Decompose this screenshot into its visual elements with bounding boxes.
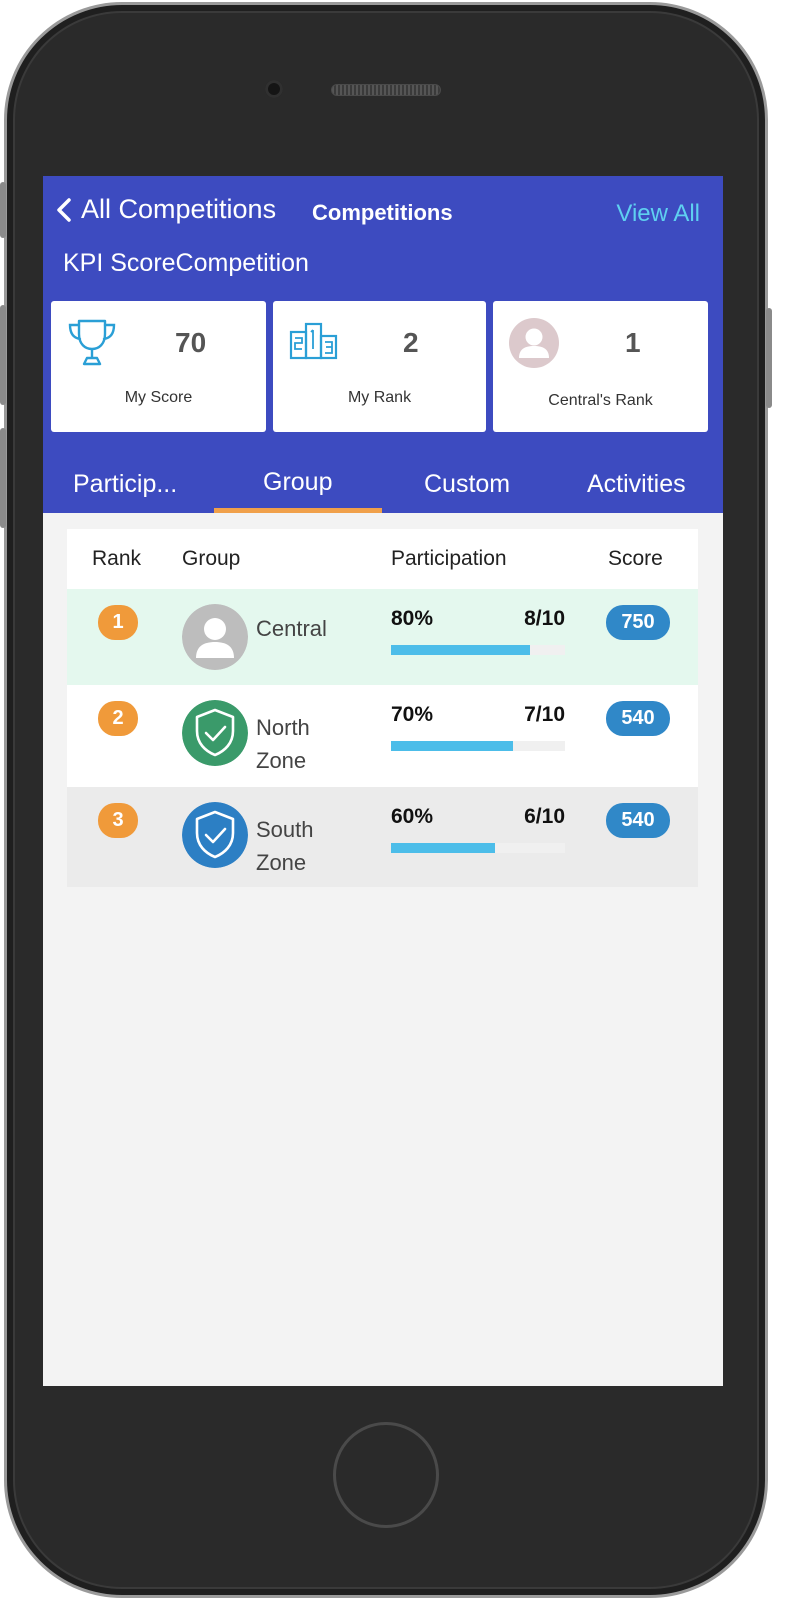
progress-fill bbox=[391, 741, 513, 751]
column-header-participation: Participation bbox=[391, 547, 507, 570]
page-title: Competitions bbox=[312, 200, 453, 225]
tab-activities[interactable]: Activities bbox=[587, 470, 686, 499]
tab-participants[interactable]: Particip... bbox=[73, 470, 177, 499]
table-row[interactable]: 1 Central 80% 8/10 750 bbox=[67, 589, 698, 685]
participation-ratio: 6/10 bbox=[524, 805, 565, 828]
chevron-left-icon bbox=[57, 197, 71, 222]
participation-percent: 60% bbox=[391, 805, 434, 828]
score-badge: 540 bbox=[606, 701, 670, 736]
power-button bbox=[766, 308, 772, 408]
rank-badge: 3 bbox=[98, 803, 138, 838]
participation-ratio: 8/10 bbox=[524, 607, 565, 630]
volume-up-button bbox=[0, 305, 6, 405]
front-camera bbox=[265, 80, 283, 98]
group-ranking-table: Rank Group Participation Score 1 Central… bbox=[67, 529, 698, 887]
column-header-score: Score bbox=[608, 547, 663, 570]
shield-check-icon bbox=[182, 700, 248, 766]
back-button[interactable]: All Competitions bbox=[55, 194, 276, 225]
central-rank-label: Central's Rank bbox=[548, 392, 653, 409]
view-all-link[interactable]: View All bbox=[616, 200, 700, 228]
participation-progress-bar bbox=[391, 645, 565, 655]
my-rank-value: 2 bbox=[403, 327, 419, 358]
participation-percent: 70% bbox=[391, 703, 434, 726]
active-tab-indicator bbox=[214, 508, 382, 513]
my-score-label: My Score bbox=[124, 389, 193, 406]
participation-percent: 80% bbox=[391, 607, 434, 630]
group-name: North Zone bbox=[256, 715, 310, 773]
progress-fill bbox=[391, 645, 531, 655]
my-rank-label: My Rank bbox=[347, 389, 412, 406]
earpiece-speaker bbox=[331, 84, 441, 96]
participation-ratio: 7/10 bbox=[524, 703, 565, 726]
progress-fill bbox=[391, 843, 496, 853]
table-header: Rank Group Participation Score bbox=[67, 529, 698, 589]
column-header-group: Group bbox=[182, 547, 241, 570]
central-rank-card: 1 Central's Rank bbox=[493, 301, 708, 432]
score-badge: 540 bbox=[606, 803, 670, 838]
app-screen: All Competitions Competitions View All K… bbox=[43, 176, 723, 1386]
shield-check-icon bbox=[182, 802, 248, 868]
my-score-value: 70 bbox=[175, 327, 207, 358]
column-header-rank: Rank bbox=[92, 547, 142, 570]
competition-header: All Competitions Competitions View All K… bbox=[43, 176, 723, 513]
competition-name: KPI ScoreCompetition bbox=[63, 249, 309, 277]
rank-badge: 1 bbox=[98, 605, 138, 640]
my-score-card: 70 My Score bbox=[51, 301, 266, 432]
rank-badge: 2 bbox=[98, 701, 138, 736]
group-name: South Zone bbox=[256, 817, 314, 875]
volume-down-button bbox=[0, 428, 6, 528]
trophy-icon bbox=[68, 319, 116, 366]
person-avatar-icon bbox=[182, 604, 248, 670]
participation-progress-bar bbox=[391, 741, 565, 751]
home-button[interactable] bbox=[333, 1422, 439, 1528]
avatar-icon bbox=[509, 318, 559, 368]
podium-icon bbox=[289, 322, 338, 360]
table-row[interactable]: 2 North Zone 70% 7/10 540 bbox=[67, 685, 698, 787]
central-rank-value: 1 bbox=[625, 327, 641, 358]
table-row[interactable]: 3 South Zone 60% 6/10 540 bbox=[67, 787, 698, 887]
tab-custom[interactable]: Custom bbox=[424, 470, 510, 499]
group-name: Central bbox=[256, 616, 327, 641]
score-badge: 750 bbox=[606, 605, 670, 640]
participation-progress-bar bbox=[391, 843, 565, 853]
my-rank-card: 2 My Rank bbox=[273, 301, 486, 432]
mute-switch bbox=[0, 182, 6, 238]
tab-group[interactable]: Group bbox=[263, 468, 332, 497]
back-label: All Competitions bbox=[81, 194, 277, 224]
